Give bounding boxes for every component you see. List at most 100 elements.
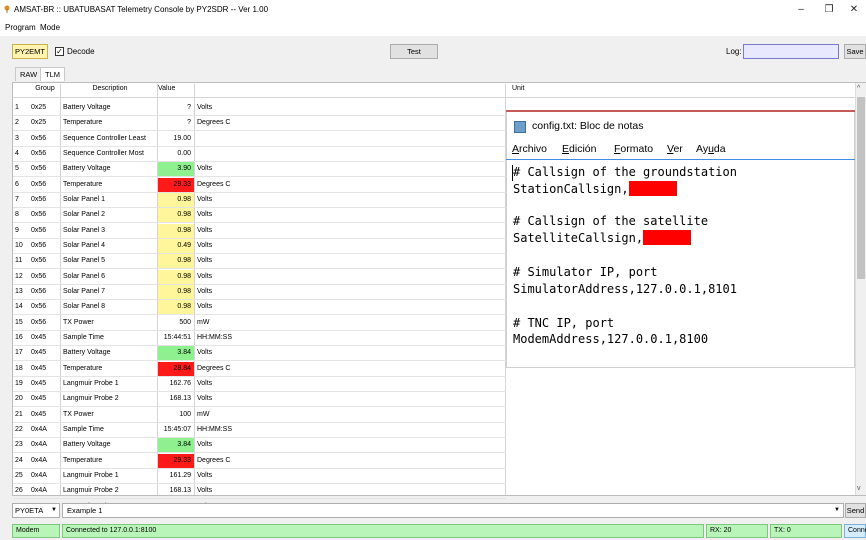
menu-program[interactable]: Program	[5, 23, 36, 32]
notepad-menu-edicion[interactable]: Edición	[562, 143, 596, 155]
notepad-line[interactable]: # TNC IP, port	[513, 316, 614, 330]
notepad-menu-ayuda[interactable]: Ayuda	[696, 143, 726, 155]
scroll-up-icon[interactable]: ^	[857, 85, 860, 92]
row-value: 0.98	[158, 284, 194, 299]
maximize-button[interactable]: ❐	[818, 2, 840, 18]
table-row[interactable]: 15 0x56 TX Power 500 mW	[13, 316, 506, 331]
menu-bar: Program Mode	[0, 22, 866, 36]
column-header-unit[interactable]: Unit	[512, 85, 572, 92]
row-value: 168.13	[169, 395, 191, 403]
row-number: 9	[15, 226, 19, 234]
column-header-description[interactable]: Description	[63, 85, 157, 92]
row-unit	[195, 147, 255, 161]
row-number: 3	[15, 134, 19, 142]
row-unit: Volts	[197, 303, 213, 311]
tab-tlm[interactable]: TLM	[40, 67, 65, 81]
notepad-menu-formato[interactable]: Formato	[614, 143, 653, 155]
save-button[interactable]: Save	[844, 44, 866, 59]
row-unit: HH:MM:SS	[197, 333, 232, 341]
table-row[interactable]: 18 0x45 Temperature 28.84 Degrees C	[13, 361, 506, 377]
row-value: 0.98	[158, 223, 194, 238]
row-value: ?	[187, 104, 191, 111]
tab-raw[interactable]: RAW	[15, 67, 43, 81]
row-value: 3.84	[158, 438, 194, 453]
table-row[interactable]: 1 0x25 Battery Voltage? Volts	[13, 101, 506, 116]
table-row[interactable]: 7 0x56 Solar Panel 1 0.98 Volts	[13, 192, 506, 208]
row-description: Temperature	[63, 119, 103, 127]
table-row[interactable]: 26 0x4A Langmuir Probe 2 168.13 Volts	[13, 484, 506, 500]
table-row[interactable]: 10 0x56 Solar Panel 4 0.49 Volts	[13, 238, 506, 254]
table-row[interactable]: 2 0x25 Temperature? Degrees C	[13, 116, 506, 132]
notepad-line[interactable]: SatelliteCallsign,	[513, 230, 692, 245]
row-value: 3.90	[158, 162, 194, 177]
connect-button[interactable]: Connect	[844, 524, 866, 538]
table-row[interactable]: 4 0x56 Sequence Controller Most 0.00	[13, 147, 506, 162]
table-row[interactable]: 16 0x45 Sample Time 15:44:51 HH:MM:SS	[13, 331, 506, 346]
send-button[interactable]: Send	[845, 503, 866, 518]
row-unit: Volts	[197, 395, 213, 403]
row-value: 15:45:07	[163, 425, 191, 433]
row-unit: Volts	[197, 349, 213, 357]
notepad-line[interactable]: StationCallsign,	[513, 181, 677, 196]
row-number: 17	[15, 349, 23, 357]
row-unit: Volts	[197, 165, 213, 173]
notepad-icon	[514, 121, 526, 133]
test-button[interactable]: Test	[390, 44, 438, 59]
notepad-line[interactable]: SimulatorAddress,127.0.0.1,8101	[513, 282, 737, 296]
scrollbar-thumb[interactable]	[857, 97, 865, 279]
notepad-line[interactable]: # Simulator IP, port	[513, 265, 658, 279]
table-row[interactable]: 23 0x4A Battery Voltage 3.84 Volts	[13, 438, 506, 454]
row-group: 0x4A	[31, 441, 47, 449]
row-description: Sample Time	[63, 425, 104, 433]
log-input[interactable]	[743, 44, 839, 59]
table-row[interactable]: 3 0x56 Sequence Controller Least 19.00	[13, 132, 506, 147]
row-group: 0x4A	[31, 425, 47, 433]
callsign-select[interactable]: PY0ETA ▼	[12, 503, 60, 518]
decode-checkbox[interactable]: ✓	[55, 47, 64, 56]
row-unit: mW	[197, 410, 210, 418]
table-row[interactable]: 13 0x56 Solar Panel 7 0.98 Volts	[13, 284, 506, 300]
table-row[interactable]: 14 0x56 Solar Panel 8 0.98 Volts	[13, 300, 506, 316]
menu-mode[interactable]: Mode	[40, 23, 60, 32]
table-row[interactable]: 11 0x56 Solar Panel 5 0.98 Volts	[13, 254, 506, 270]
window-title: AMSAT-BR :: UBATUBASAT Telemetry Console…	[14, 5, 269, 14]
row-number: 11	[15, 257, 23, 265]
table-row[interactable]: 20 0x45 Langmuir Probe 2 168.13 Volts	[13, 392, 506, 408]
row-number: 6	[15, 180, 19, 188]
row-value: 15:44:51	[163, 333, 191, 341]
message-combo[interactable]: Example 1 ▼	[62, 503, 844, 518]
table-row[interactable]: 9 0x56 Solar Panel 3 0.98 Volts	[13, 223, 506, 239]
callsign-button[interactable]: PY2EMT	[12, 44, 48, 59]
row-unit: Degrees C	[197, 364, 231, 372]
table-row[interactable]: 5 0x56 Battery Voltage 3.90 Volts	[13, 162, 506, 178]
column-header-group[interactable]: Group	[30, 85, 60, 92]
scroll-down-icon[interactable]: v	[857, 485, 861, 492]
row-value: 0.98	[158, 254, 194, 269]
notepad-menu-ver[interactable]: Ver	[667, 143, 683, 155]
table-row[interactable]: 21 0x45 TX Power 100 mW	[13, 408, 506, 423]
notepad-line[interactable]: # Callsign of the satellite	[513, 214, 708, 228]
table-row[interactable]: 19 0x45 Langmuir Probe 1 162.76 Volts	[13, 377, 506, 392]
notepad-line-text: SatelliteCallsign,	[513, 231, 644, 245]
row-group: 0x4A	[31, 487, 47, 495]
notepad-line[interactable]: ModemAddress,127.0.0.1,8100	[513, 332, 708, 346]
notepad-menu-archivo[interactable]: Archivo	[512, 143, 547, 155]
notepad-line[interactable]: # Callsign of the groundstation	[513, 165, 737, 179]
row-value: 0.00	[177, 149, 191, 157]
table-row[interactable]: 25 0x4A Langmuir Probe 1 161.29 Volts	[13, 469, 506, 484]
row-number: 23	[15, 441, 23, 449]
row-group: 0x45	[31, 349, 47, 357]
minimize-button[interactable]: –	[790, 2, 812, 18]
table-row[interactable]: 12 0x56 Solar Panel 6 0.98 Volts	[13, 269, 506, 285]
close-button[interactable]: ✕	[843, 2, 865, 18]
row-group: 0x45	[31, 364, 47, 372]
table-row[interactable]: 24 0x4A Temperature 29.33 Degrees C	[13, 453, 506, 469]
row-description: TX Power	[63, 318, 94, 326]
table-row[interactable]: 17 0x45 Battery Voltage 3.84 Volts	[13, 346, 506, 362]
table-row[interactable]: 22 0x4A Sample Time 15:45:07 HH:MM:SS	[13, 423, 506, 438]
column-header-value[interactable]: Value	[158, 85, 190, 92]
table-row[interactable]: 8 0x56 Solar Panel 2 0.98 Volts	[13, 208, 506, 224]
table-row[interactable]: 6 0x56 Temperature 29.33 Degrees C	[13, 177, 506, 193]
row-description: Solar Panel 5	[63, 257, 106, 265]
row-description: Sequence Controller Least	[63, 134, 146, 142]
